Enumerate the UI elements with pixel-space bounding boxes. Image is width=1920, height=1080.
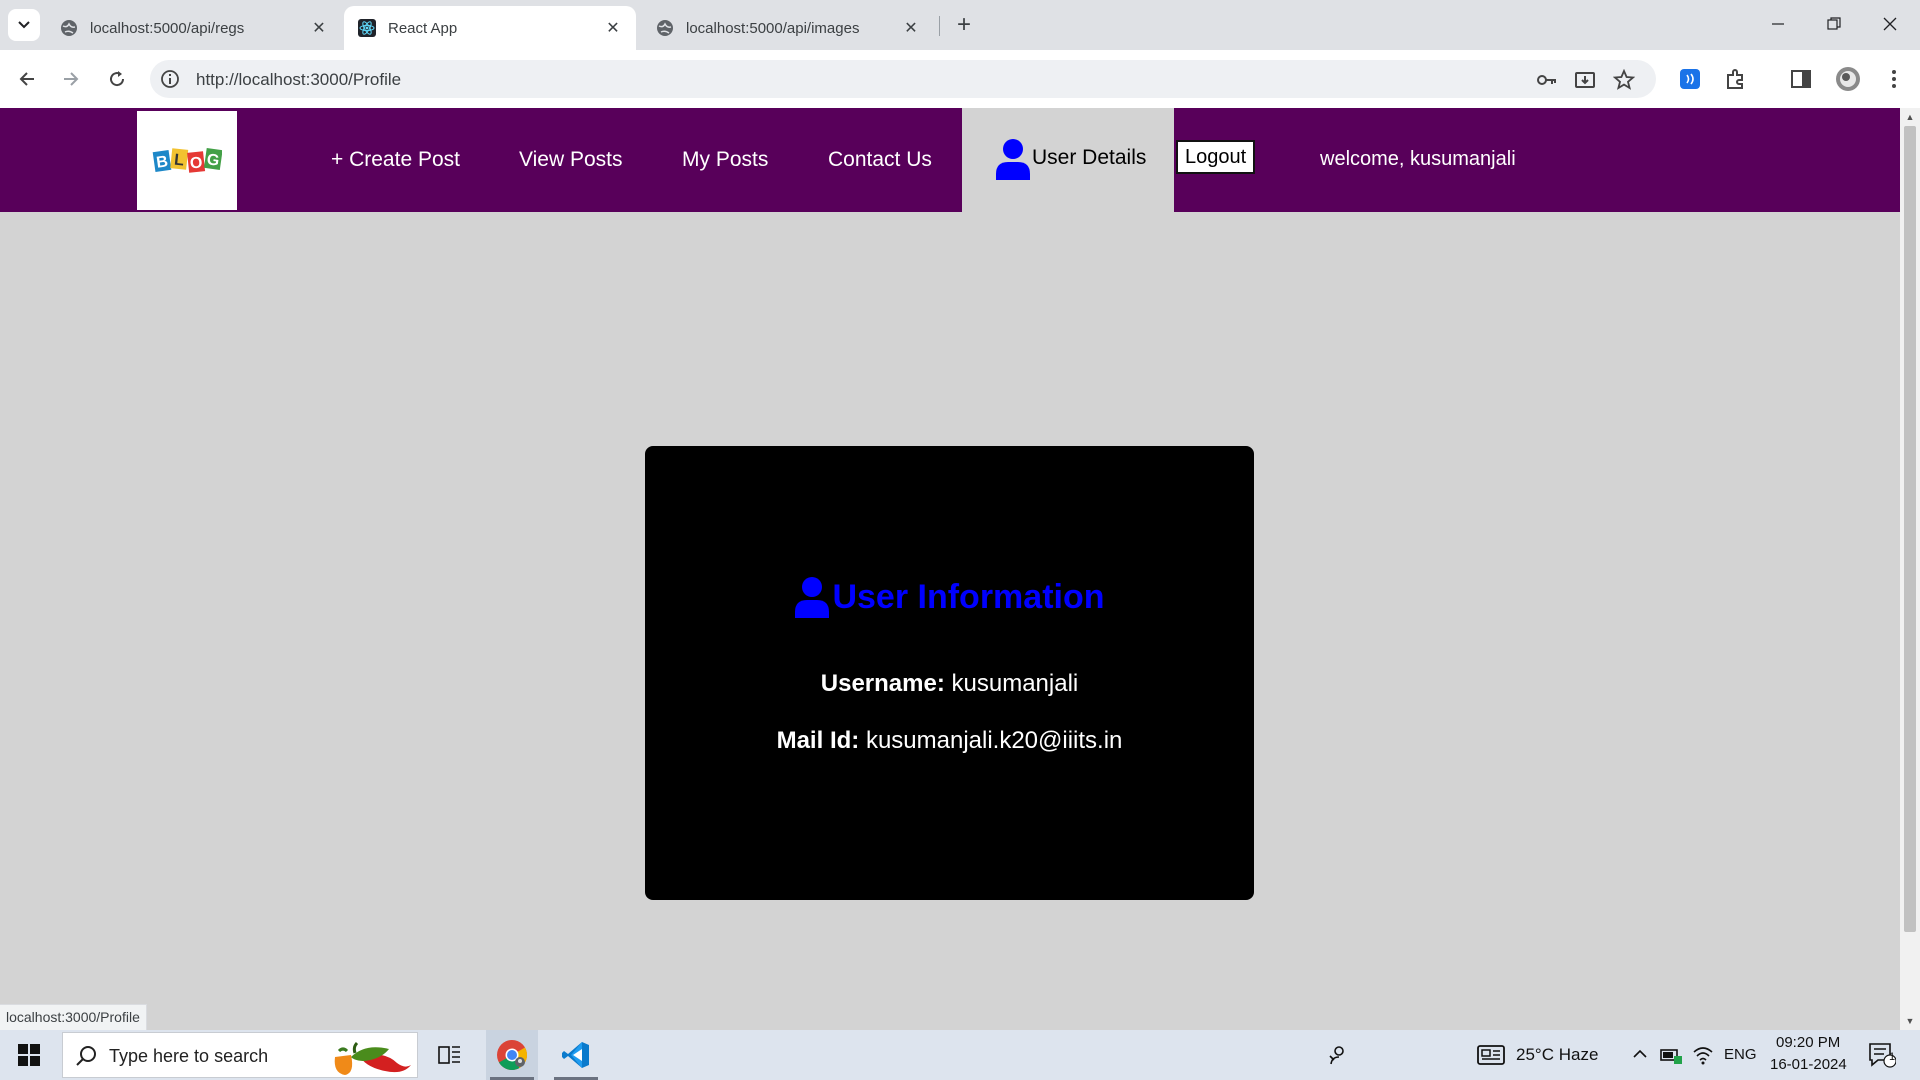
weather-icon[interactable]: [1476, 1043, 1506, 1067]
nav-create-post[interactable]: + Create Post: [331, 148, 460, 172]
close-icon[interactable]: ✕: [310, 19, 328, 37]
globe-icon: [657, 20, 673, 36]
tab-search-button[interactable]: [8, 9, 40, 41]
nav-user-details[interactable]: User Details: [962, 108, 1174, 212]
extension-blue-icon[interactable]: [1678, 67, 1702, 91]
peppers-icon: [334, 1041, 411, 1075]
username-value: kusumanjali: [951, 670, 1079, 697]
chevron-up-icon[interactable]: [1632, 1046, 1648, 1062]
search-placeholder: Type here to search: [109, 1046, 269, 1066]
tab-separator: [939, 16, 940, 36]
language-indicator[interactable]: ENG: [1724, 1046, 1757, 1063]
nav-user-details-label: User Details: [1032, 146, 1147, 169]
taskbar-vscode[interactable]: [550, 1030, 602, 1080]
puzzle-icon[interactable]: [1724, 67, 1748, 91]
new-tab-button[interactable]: +: [948, 9, 980, 41]
scroll-up-icon[interactable]: ▲: [1904, 112, 1916, 122]
status-url-bubble: localhost:3000/Profile: [0, 1004, 147, 1030]
taskbar-chrome[interactable]: [486, 1030, 538, 1080]
side-panel-icon[interactable]: [1789, 67, 1813, 91]
battery-icon[interactable]: [1660, 1045, 1682, 1065]
close-window-button[interactable]: [1862, 0, 1918, 48]
page-scrollbar[interactable]: ▲ ▼: [1900, 108, 1920, 1030]
close-icon: [1883, 17, 1897, 31]
nav-view-posts[interactable]: View Posts: [519, 148, 623, 172]
more-vert-icon[interactable]: [1882, 67, 1906, 91]
restore-icon: [1827, 17, 1841, 30]
welcome-text: welcome, kusumanjali: [1320, 148, 1516, 170]
globe-icon: [61, 20, 77, 36]
svg-text:O: O: [189, 154, 203, 172]
browser-toolbar: http://localhost:3000/Profile: [0, 50, 1920, 108]
plus-icon: +: [956, 11, 971, 38]
tab-title: localhost:5000/api/regs: [90, 19, 245, 37]
minimize-button[interactable]: [1750, 0, 1806, 48]
minimize-icon: [1772, 23, 1784, 25]
tab-api-regs[interactable]: localhost:5000/api/regs ✕: [46, 6, 342, 50]
tab-title: localhost:5000/api/images: [686, 19, 860, 37]
install-app-icon[interactable]: [1574, 69, 1596, 91]
clock-time[interactable]: 09:20 PM: [1776, 1034, 1840, 1051]
svg-text:G: G: [206, 151, 221, 170]
address-bar[interactable]: http://localhost:3000/Profile: [150, 60, 1656, 98]
clock-date[interactable]: 16-01-2024: [1770, 1056, 1847, 1073]
blog-logo-icon: B L O G: [152, 147, 222, 173]
avatar[interactable]: [1835, 66, 1861, 92]
svg-text:L: L: [173, 151, 185, 169]
key-icon[interactable]: [1536, 69, 1558, 91]
star-icon[interactable]: [1613, 69, 1635, 91]
reload-button[interactable]: [99, 61, 135, 97]
vscode-icon: [562, 1042, 589, 1068]
react-icon: [358, 19, 376, 37]
logout-button[interactable]: Logout: [1176, 140, 1256, 174]
taskbar-search-box[interactable]: Type here to search: [62, 1032, 418, 1078]
username-row: Username: kusumanjali: [645, 670, 1254, 698]
search-icon: [76, 1046, 96, 1066]
site-navbar: B L O G + Create Post View Posts My Post…: [0, 108, 1900, 212]
tab-title: React App: [388, 19, 458, 37]
mail-row: Mail Id: kusumanjali.k20@iiits.in: [645, 727, 1254, 755]
task-view-button[interactable]: [424, 1030, 476, 1080]
blog-logo[interactable]: B L O G: [137, 111, 237, 210]
info-icon[interactable]: [160, 69, 180, 89]
restore-button[interactable]: [1806, 0, 1862, 48]
nav-contact-us[interactable]: Contact Us: [828, 148, 932, 172]
chrome-icon: [497, 1040, 528, 1071]
mail-label: Mail Id:: [776, 727, 860, 754]
chevron-down-icon: [18, 21, 30, 29]
forward-button[interactable]: [53, 61, 89, 97]
arrow-left-icon: [19, 72, 34, 86]
arrow-right-icon: [64, 72, 79, 86]
url-text[interactable]: http://localhost:3000/Profile: [196, 70, 401, 90]
user-info-heading: User Information: [645, 576, 1254, 618]
svg-text:B: B: [155, 153, 169, 171]
page-content: B L O G + Create Post View Posts My Post…: [0, 108, 1900, 1030]
user-info-card: User Information Username: kusumanjali M…: [645, 446, 1254, 900]
close-icon[interactable]: ✕: [902, 19, 920, 37]
tab-react-app[interactable]: React App ✕: [344, 6, 636, 50]
mail-value: kusumanjali.k20@iiits.in: [865, 727, 1123, 754]
windows-taskbar: Type here to search 25°C Haze ENG 09:20 …: [0, 1030, 1920, 1080]
weather-text[interactable]: 25°C Haze: [1516, 1045, 1598, 1065]
task-view-icon: [438, 1046, 460, 1064]
user-info-heading-text: User Information: [832, 577, 1105, 616]
people-icon[interactable]: [1326, 1044, 1348, 1066]
scrollbar-thumb[interactable]: [1904, 126, 1916, 932]
nav-my-posts[interactable]: My Posts: [682, 148, 768, 172]
browser-tab-strip: localhost:5000/api/regs ✕ React App ✕ lo…: [0, 0, 1920, 50]
close-icon[interactable]: ✕: [604, 19, 622, 37]
back-button[interactable]: [9, 61, 45, 97]
username-label: Username:: [820, 670, 945, 697]
notification-count: 1: [1888, 1051, 1896, 1063]
scroll-down-icon[interactable]: ▼: [1904, 1016, 1916, 1026]
wifi-icon[interactable]: [1692, 1044, 1714, 1066]
user-icon: [996, 139, 1030, 180]
tab-api-images[interactable]: localhost:5000/api/images ✕: [642, 6, 934, 50]
start-button[interactable]: [0, 1030, 58, 1080]
user-icon: [795, 577, 830, 618]
reload-icon: [110, 71, 125, 87]
windows-icon: [18, 1044, 40, 1066]
